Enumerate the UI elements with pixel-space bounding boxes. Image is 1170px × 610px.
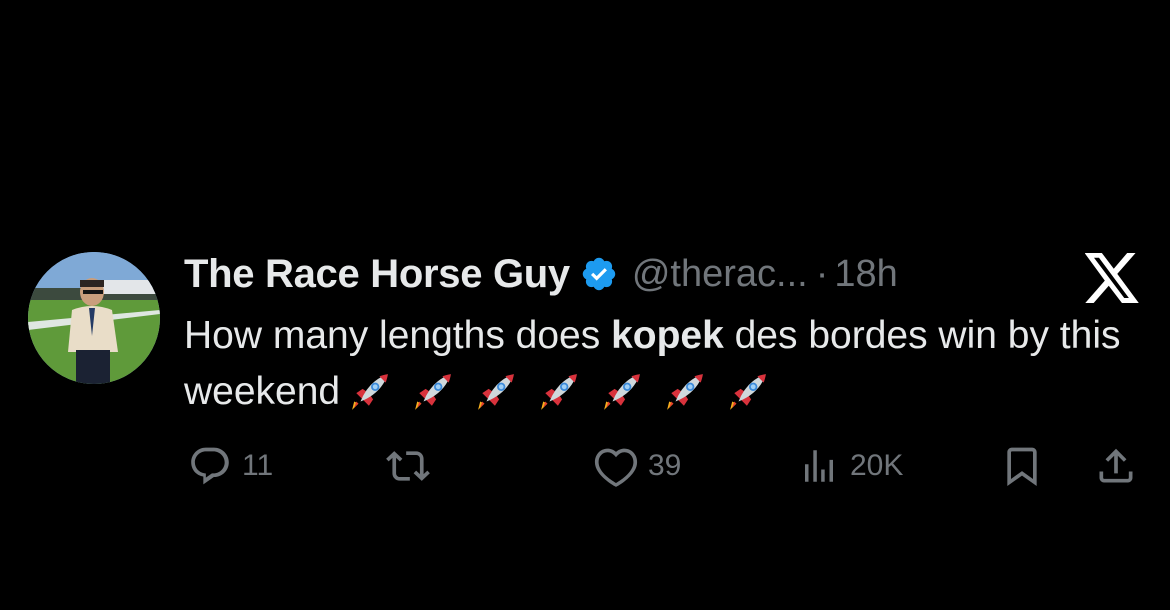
avatar[interactable] [28,252,160,384]
retweet-button[interactable] [384,444,432,488]
verified-badge-icon [580,255,618,293]
retweet-icon [386,451,430,481]
tweet-text-part: How many lengths does [184,314,612,357]
tweet-text: How many lengths does kopek des bordes w… [184,308,1144,420]
rocket-emoji-icon [413,370,455,412]
share-button[interactable] [1094,444,1138,488]
bookmark-button[interactable] [1000,444,1044,488]
views-bar-chart-icon [805,450,833,482]
bookmark-icon [1007,447,1037,487]
rocket-emoji-row [350,370,770,412]
share-icon [1099,448,1133,483]
rocket-emoji-icon [539,370,581,412]
rocket-emoji-icon [602,370,644,412]
author-handle[interactable]: @therac... [632,253,808,296]
timestamp[interactable]: 18h [834,253,897,296]
tweet-header: The Race Horse Guy @therac... · 18h [184,246,898,302]
tweet-actions-bar: 11 39 20K [184,444,1144,494]
reply-icon [191,447,229,485]
tweet-card[interactable]: The Race Horse Guy @therac... · 18h How … [0,0,1170,610]
author-display-name[interactable]: The Race Horse Guy [184,252,570,297]
views-button[interactable]: 20K [798,444,903,488]
views-count: 20K [850,449,904,482]
rocket-emoji-icon [728,370,770,412]
rocket-emoji-icon [476,370,518,412]
tweet-text-bold: kopek [611,314,724,357]
reply-count: 11 [242,449,274,482]
like-count: 39 [648,449,682,482]
avatar-image [28,252,160,384]
rocket-emoji-icon [665,370,707,412]
rocket-emoji-icon [350,370,392,412]
reply-button[interactable]: 11 [188,444,273,488]
separator-dot: · [815,252,829,295]
heart-icon [594,448,638,487]
like-button[interactable]: 39 [594,444,681,488]
x-logo-icon [1084,253,1141,303]
